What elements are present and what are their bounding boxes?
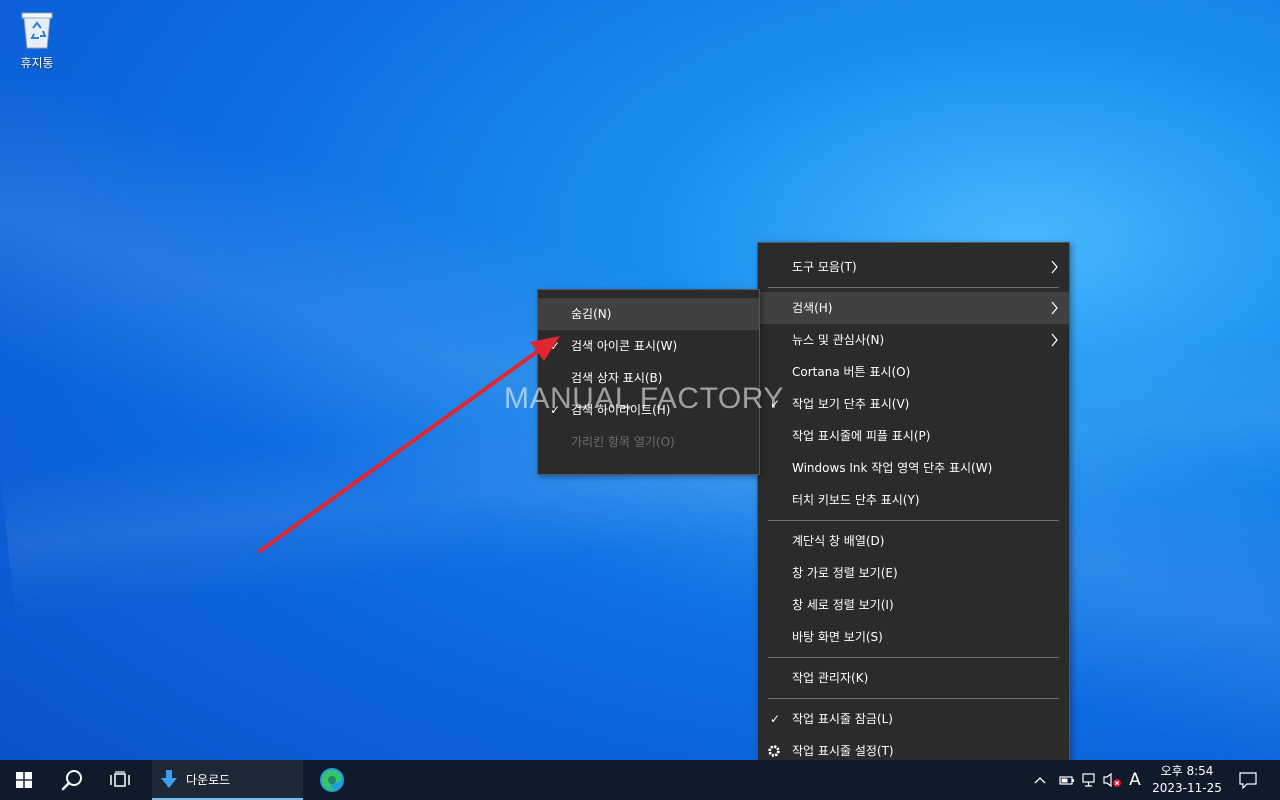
- clock[interactable]: 오후 8:54 2023-11-25: [1146, 763, 1228, 797]
- tray-power-icon[interactable]: [1054, 760, 1078, 800]
- recycle-bin-desktop-icon[interactable]: 휴지통: [8, 6, 66, 71]
- notification-icon: [1239, 772, 1257, 789]
- tray-volume-icon[interactable]: [1100, 760, 1124, 800]
- menu-item-task-manager[interactable]: 작업 관리자(K): [758, 662, 1069, 694]
- submenu-item-show-search-icon[interactable]: ✓ 검색 아이콘 표시(W): [538, 330, 759, 362]
- clock-date: 2023-11-25: [1152, 781, 1222, 795]
- action-center-button[interactable]: [1232, 760, 1264, 800]
- menu-item-task-view-button[interactable]: ✓ 작업 보기 단추 표시(V): [758, 388, 1069, 420]
- chevron-right-icon: [1051, 251, 1059, 295]
- submenu-item-search-highlights[interactable]: ✓ 검색 하이라이트(H): [538, 394, 759, 426]
- search-submenu: 숨김(N) ✓ 검색 아이콘 표시(W) 검색 상자 표시(B) ✓ 검색 하이…: [537, 289, 760, 475]
- menu-item-label: 작업 관리자(K): [792, 671, 869, 685]
- ime-indicator[interactable]: A: [1124, 760, 1146, 800]
- menu-item-cortana-button[interactable]: Cortana 버튼 표시(O): [758, 356, 1069, 388]
- submenu-item-open-on-hover: 가리킨 항목 열기(O): [538, 426, 759, 458]
- menu-item-label: 바탕 화면 보기(S): [792, 630, 883, 644]
- menu-item-windows-ink[interactable]: Windows Ink 작업 영역 단추 표시(W): [758, 452, 1069, 484]
- search-icon: [61, 770, 82, 791]
- submenu-item-hidden[interactable]: 숨김(N): [538, 298, 759, 330]
- edge-browser-icon: [320, 768, 344, 792]
- taskbar-context-menu: 도구 모음(T) 검색(H) 뉴스 및 관심사(N) Cortana 버튼 표시…: [757, 242, 1070, 776]
- network-icon: [1082, 773, 1095, 787]
- recycle-bin-icon: [21, 12, 53, 49]
- menu-item-touch-keyboard[interactable]: 터치 키보드 단추 표시(Y): [758, 484, 1069, 516]
- menu-item-label: 작업 표시줄 설정(T): [792, 744, 894, 758]
- menu-item-label: 창 가로 정렬 보기(E): [792, 566, 898, 580]
- menu-item-stacked-windows[interactable]: 창 가로 정렬 보기(E): [758, 557, 1069, 589]
- menu-item-label: Cortana 버튼 표시(O): [792, 365, 911, 379]
- menu-item-label: 검색 상자 표시(B): [571, 371, 663, 385]
- menu-item-label: 창 세로 정렬 보기(I): [792, 598, 894, 612]
- menu-item-news-interests[interactable]: 뉴스 및 관심사(N): [758, 324, 1069, 356]
- menu-separator: [768, 520, 1059, 521]
- menu-item-cascade-windows[interactable]: 계단식 창 배열(D): [758, 525, 1069, 557]
- menu-item-label: 검색(H): [792, 301, 833, 315]
- task-view-button[interactable]: [96, 760, 144, 800]
- clock-time: 오후 8:54: [1160, 764, 1214, 778]
- battery-plug-icon: [1059, 776, 1074, 785]
- tray-network-icon[interactable]: [1078, 760, 1100, 800]
- show-hidden-icons-button[interactable]: [1030, 760, 1050, 800]
- checkmark-icon: ✓: [769, 712, 781, 726]
- windows-logo-icon: [16, 772, 32, 788]
- menu-item-search[interactable]: 검색(H): [758, 292, 1069, 324]
- taskbar-item-label: 다운로드: [186, 772, 231, 787]
- menu-item-toolbars[interactable]: 도구 모음(T): [758, 251, 1069, 283]
- menu-item-label: 작업 보기 단추 표시(V): [792, 397, 910, 411]
- menu-separator: [768, 287, 1059, 288]
- recycle-bin-label: 휴지통: [20, 56, 54, 70]
- menu-item-label: 검색 하이라이트(H): [571, 403, 671, 417]
- menu-item-label: Windows Ink 작업 영역 단추 표시(W): [792, 461, 993, 475]
- menu-item-label: 뉴스 및 관심사(N): [792, 333, 885, 347]
- menu-item-label: 계단식 창 배열(D): [792, 534, 885, 548]
- menu-item-label: 작업 표시줄에 피플 표시(P): [792, 429, 931, 443]
- menu-item-label: 작업 표시줄 잠금(L): [792, 712, 893, 726]
- taskbar: 다운로드 A 오후 8:54 2023-11-25: [0, 760, 1280, 800]
- menu-item-show-desktop[interactable]: 바탕 화면 보기(S): [758, 621, 1069, 653]
- menu-item-label: 검색 아이콘 표시(W): [571, 339, 678, 353]
- menu-item-lock-taskbar[interactable]: ✓ 작업 표시줄 잠금(L): [758, 703, 1069, 735]
- download-arrow-icon: [161, 770, 177, 788]
- menu-item-label: 가리킨 항목 열기(O): [571, 435, 675, 449]
- checkmark-icon: ✓: [549, 403, 561, 417]
- menu-item-label: 도구 모음(T): [792, 260, 857, 274]
- taskbar-item-edge[interactable]: [308, 760, 356, 800]
- taskbar-item-downloads[interactable]: 다운로드: [152, 760, 303, 800]
- chevron-up-icon: [1034, 777, 1046, 784]
- volume-muted-icon: [1103, 772, 1121, 788]
- menu-separator: [768, 657, 1059, 658]
- task-view-icon: [110, 771, 130, 787]
- start-button[interactable]: [0, 760, 48, 800]
- submenu-item-show-search-box[interactable]: 검색 상자 표시(B): [538, 362, 759, 394]
- checkmark-icon: ✓: [769, 397, 781, 411]
- search-button[interactable]: [48, 760, 96, 800]
- menu-item-side-by-side-windows[interactable]: 창 세로 정렬 보기(I): [758, 589, 1069, 621]
- menu-item-label: 터치 키보드 단추 표시(Y): [792, 493, 920, 507]
- menu-separator: [768, 698, 1059, 699]
- menu-item-people[interactable]: 작업 표시줄에 피플 표시(P): [758, 420, 1069, 452]
- menu-item-label: 숨김(N): [571, 307, 612, 321]
- checkmark-icon: ✓: [549, 339, 561, 353]
